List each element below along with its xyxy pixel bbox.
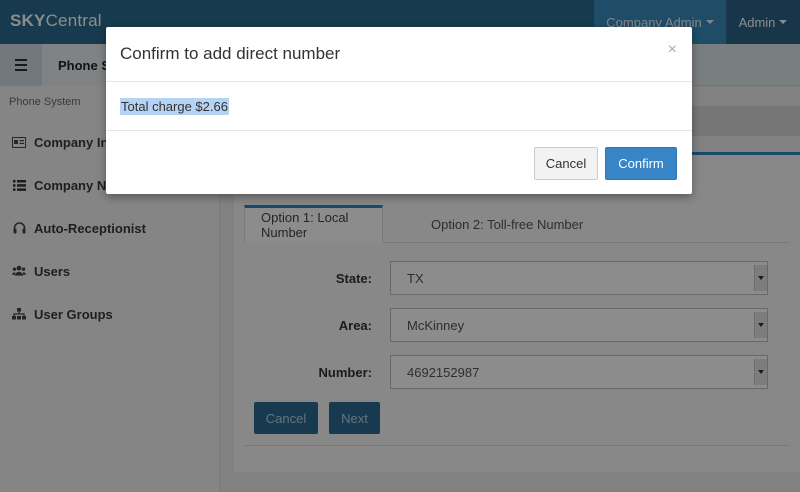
total-charge-text: Total charge $2.66 (120, 98, 229, 115)
modal-confirm-button[interactable]: Confirm (605, 147, 677, 180)
modal-cancel-button[interactable]: Cancel (534, 147, 598, 180)
modal-title: Confirm to add direct number (120, 44, 341, 63)
modal-header: Confirm to add direct number × (106, 27, 692, 82)
confirm-modal: Confirm to add direct number × Total cha… (106, 27, 692, 194)
modal-body: Total charge $2.66 (106, 82, 692, 131)
close-icon[interactable]: × (668, 41, 677, 59)
